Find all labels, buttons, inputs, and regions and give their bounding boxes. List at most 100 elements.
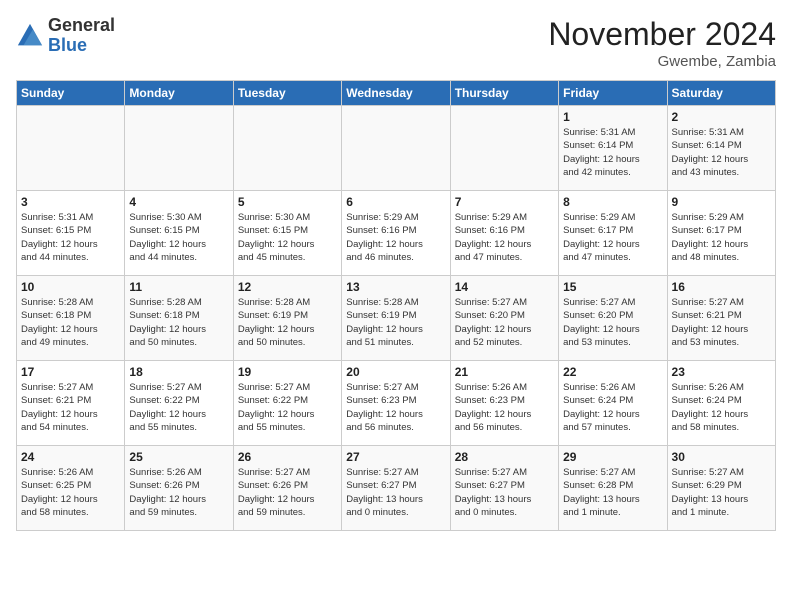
day-number: 9: [672, 195, 771, 209]
day-number: 28: [455, 450, 554, 464]
title-block: November 2024 Gwembe, Zambia: [548, 16, 776, 70]
calendar-cell: [125, 106, 233, 191]
calendar-cell: 14 Sunrise: 5:27 AMSunset: 6:20 PMDayligh…: [450, 276, 558, 361]
calendar-cell: 30 Sunrise: 5:27 AMSunset: 6:29 PMDayligh…: [667, 446, 775, 531]
day-info: Sunrise: 5:27 AMSunset: 6:22 PMDaylight:…: [238, 381, 337, 434]
day-number: 24: [21, 450, 120, 464]
calendar-cell: 7 Sunrise: 5:29 AMSunset: 6:16 PMDaylight…: [450, 191, 558, 276]
day-number: 7: [455, 195, 554, 209]
day-info: Sunrise: 5:29 AMSunset: 6:17 PMDaylight:…: [563, 211, 662, 264]
calendar-cell: 10 Sunrise: 5:28 AMSunset: 6:18 PMDayligh…: [17, 276, 125, 361]
day-info: Sunrise: 5:27 AMSunset: 6:29 PMDaylight:…: [672, 466, 771, 519]
day-number: 8: [563, 195, 662, 209]
calendar-cell: 4 Sunrise: 5:30 AMSunset: 6:15 PMDaylight…: [125, 191, 233, 276]
calendar-cell: 1 Sunrise: 5:31 AMSunset: 6:14 PMDaylight…: [559, 106, 667, 191]
logo-blue-text: Blue: [48, 36, 115, 56]
calendar-week-2: 3 Sunrise: 5:31 AMSunset: 6:15 PMDaylight…: [17, 191, 776, 276]
day-info: Sunrise: 5:31 AMSunset: 6:14 PMDaylight:…: [563, 126, 662, 179]
day-info: Sunrise: 5:30 AMSunset: 6:15 PMDaylight:…: [129, 211, 228, 264]
day-info: Sunrise: 5:27 AMSunset: 6:22 PMDaylight:…: [129, 381, 228, 434]
day-number: 27: [346, 450, 445, 464]
calendar-cell: 20 Sunrise: 5:27 AMSunset: 6:23 PMDayligh…: [342, 361, 450, 446]
header-day-friday: Friday: [559, 81, 667, 106]
day-info: Sunrise: 5:27 AMSunset: 6:27 PMDaylight:…: [346, 466, 445, 519]
calendar-week-1: 1 Sunrise: 5:31 AMSunset: 6:14 PMDaylight…: [17, 106, 776, 191]
calendar-cell: 2Sunrise: 5:31 AMSunset: 6:14 PMDaylight…: [667, 106, 775, 191]
calendar-week-3: 10 Sunrise: 5:28 AMSunset: 6:18 PMDayligh…: [17, 276, 776, 361]
day-number: 17: [21, 365, 120, 379]
calendar-title: November 2024: [548, 16, 776, 53]
day-number: 13: [346, 280, 445, 294]
calendar-cell: 21 Sunrise: 5:26 AMSunset: 6:23 PMDayligh…: [450, 361, 558, 446]
day-info: Sunrise: 5:28 AMSunset: 6:18 PMDaylight:…: [129, 296, 228, 349]
day-number: 14: [455, 280, 554, 294]
day-number: 16: [672, 280, 771, 294]
day-number: 21: [455, 365, 554, 379]
calendar-cell: 18Sunrise: 5:27 AMSunset: 6:22 PMDayligh…: [125, 361, 233, 446]
calendar-cell: 6Sunrise: 5:29 AMSunset: 6:16 PMDaylight…: [342, 191, 450, 276]
day-info: Sunrise: 5:26 AMSunset: 6:23 PMDaylight:…: [455, 381, 554, 434]
day-number: 3: [21, 195, 120, 209]
day-info: Sunrise: 5:31 AMSunset: 6:14 PMDaylight:…: [672, 126, 771, 179]
day-info: Sunrise: 5:28 AMSunset: 6:19 PMDaylight:…: [346, 296, 445, 349]
day-info: Sunrise: 5:29 AMSunset: 6:16 PMDaylight:…: [455, 211, 554, 264]
day-info: Sunrise: 5:31 AMSunset: 6:15 PMDaylight:…: [21, 211, 120, 264]
day-number: 23: [672, 365, 771, 379]
day-number: 20: [346, 365, 445, 379]
calendar-cell: 24 Sunrise: 5:26 AMSunset: 6:25 PMDayligh…: [17, 446, 125, 531]
day-info: Sunrise: 5:27 AMSunset: 6:20 PMDaylight:…: [455, 296, 554, 349]
day-number: 30: [672, 450, 771, 464]
calendar-cell: 26 Sunrise: 5:27 AMSunset: 6:26 PMDayligh…: [233, 446, 341, 531]
calendar-cell: 22Sunrise: 5:26 AMSunset: 6:24 PMDayligh…: [559, 361, 667, 446]
calendar-cell: 19Sunrise: 5:27 AMSunset: 6:22 PMDayligh…: [233, 361, 341, 446]
day-info: Sunrise: 5:27 AMSunset: 6:21 PMDaylight:…: [21, 381, 120, 434]
day-info: Sunrise: 5:28 AMSunset: 6:18 PMDaylight:…: [21, 296, 120, 349]
logo-icon: [16, 22, 44, 50]
calendar-table: SundayMondayTuesdayWednesdayThursdayFrid…: [16, 80, 776, 531]
header-day-thursday: Thursday: [450, 81, 558, 106]
day-number: 12: [238, 280, 337, 294]
calendar-location: Gwembe, Zambia: [548, 53, 776, 70]
day-number: 4: [129, 195, 228, 209]
day-info: Sunrise: 5:27 AMSunset: 6:26 PMDaylight:…: [238, 466, 337, 519]
calendar-cell: [450, 106, 558, 191]
day-number: 5: [238, 195, 337, 209]
day-number: 1: [563, 110, 662, 124]
calendar-cell: 11Sunrise: 5:28 AMSunset: 6:18 PMDayligh…: [125, 276, 233, 361]
calendar-cell: 29 Sunrise: 5:27 AMSunset: 6:28 PMDayligh…: [559, 446, 667, 531]
calendar-cell: 9Sunrise: 5:29 AMSunset: 6:17 PMDaylight…: [667, 191, 775, 276]
day-info: Sunrise: 5:27 AMSunset: 6:21 PMDaylight:…: [672, 296, 771, 349]
calendar-body: 1 Sunrise: 5:31 AMSunset: 6:14 PMDaylight…: [17, 106, 776, 531]
logo: General Blue: [16, 16, 115, 56]
calendar-cell: [342, 106, 450, 191]
header-day-saturday: Saturday: [667, 81, 775, 106]
calendar-cell: 23Sunrise: 5:26 AMSunset: 6:24 PMDayligh…: [667, 361, 775, 446]
calendar-cell: 13 Sunrise: 5:28 AMSunset: 6:19 PMDayligh…: [342, 276, 450, 361]
day-info: Sunrise: 5:30 AMSunset: 6:15 PMDaylight:…: [238, 211, 337, 264]
day-number: 29: [563, 450, 662, 464]
day-info: Sunrise: 5:28 AMSunset: 6:19 PMDaylight:…: [238, 296, 337, 349]
calendar-cell: 28 Sunrise: 5:27 AMSunset: 6:27 PMDayligh…: [450, 446, 558, 531]
day-number: 26: [238, 450, 337, 464]
day-number: 10: [21, 280, 120, 294]
calendar-cell: [17, 106, 125, 191]
day-info: Sunrise: 5:29 AMSunset: 6:16 PMDaylight:…: [346, 211, 445, 264]
day-info: Sunrise: 5:27 AMSunset: 6:23 PMDaylight:…: [346, 381, 445, 434]
calendar-cell: 15Sunrise: 5:27 AMSunset: 6:20 PMDayligh…: [559, 276, 667, 361]
day-number: 15: [563, 280, 662, 294]
calendar-cell: 3 Sunrise: 5:31 AMSunset: 6:15 PMDaylight…: [17, 191, 125, 276]
calendar-cell: 27 Sunrise: 5:27 AMSunset: 6:27 PMDayligh…: [342, 446, 450, 531]
header-day-sunday: Sunday: [17, 81, 125, 106]
day-info: Sunrise: 5:27 AMSunset: 6:27 PMDaylight:…: [455, 466, 554, 519]
day-info: Sunrise: 5:27 AMSunset: 6:28 PMDaylight:…: [563, 466, 662, 519]
header-row: SundayMondayTuesdayWednesdayThursdayFrid…: [17, 81, 776, 106]
calendar-cell: 5 Sunrise: 5:30 AMSunset: 6:15 PMDaylight…: [233, 191, 341, 276]
calendar-cell: [233, 106, 341, 191]
calendar-week-4: 17 Sunrise: 5:27 AMSunset: 6:21 PMDayligh…: [17, 361, 776, 446]
day-info: Sunrise: 5:26 AMSunset: 6:25 PMDaylight:…: [21, 466, 120, 519]
logo-general-text: General: [48, 16, 115, 36]
header-day-monday: Monday: [125, 81, 233, 106]
logo-text: General Blue: [48, 16, 115, 56]
calendar-cell: 16 Sunrise: 5:27 AMSunset: 6:21 PMDayligh…: [667, 276, 775, 361]
header-day-tuesday: Tuesday: [233, 81, 341, 106]
